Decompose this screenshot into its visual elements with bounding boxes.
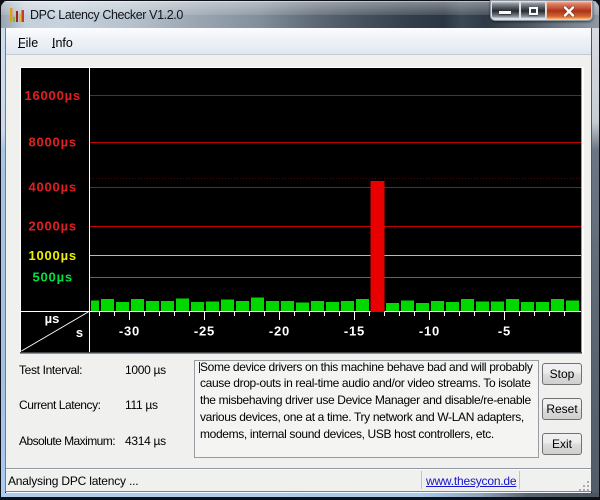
svg-text:-30: -30 bbox=[119, 324, 140, 339]
svg-text:2000µs: 2000µs bbox=[28, 219, 76, 234]
svg-text:-25: -25 bbox=[194, 324, 215, 339]
svg-text:-10: -10 bbox=[419, 324, 440, 339]
svg-text:s: s bbox=[76, 325, 83, 340]
svg-text:8000µs: 8000µs bbox=[28, 135, 76, 150]
svg-text:4000µs: 4000µs bbox=[28, 180, 76, 195]
svg-text:µs: µs bbox=[45, 311, 60, 326]
svg-text:-5: -5 bbox=[498, 324, 511, 339]
svg-text:500µs: 500µs bbox=[32, 270, 72, 285]
svg-text:-15: -15 bbox=[344, 324, 365, 339]
svg-text:16000µs: 16000µs bbox=[24, 88, 80, 103]
svg-text:1000µs: 1000µs bbox=[28, 248, 76, 263]
svg-text:-20: -20 bbox=[269, 324, 290, 339]
